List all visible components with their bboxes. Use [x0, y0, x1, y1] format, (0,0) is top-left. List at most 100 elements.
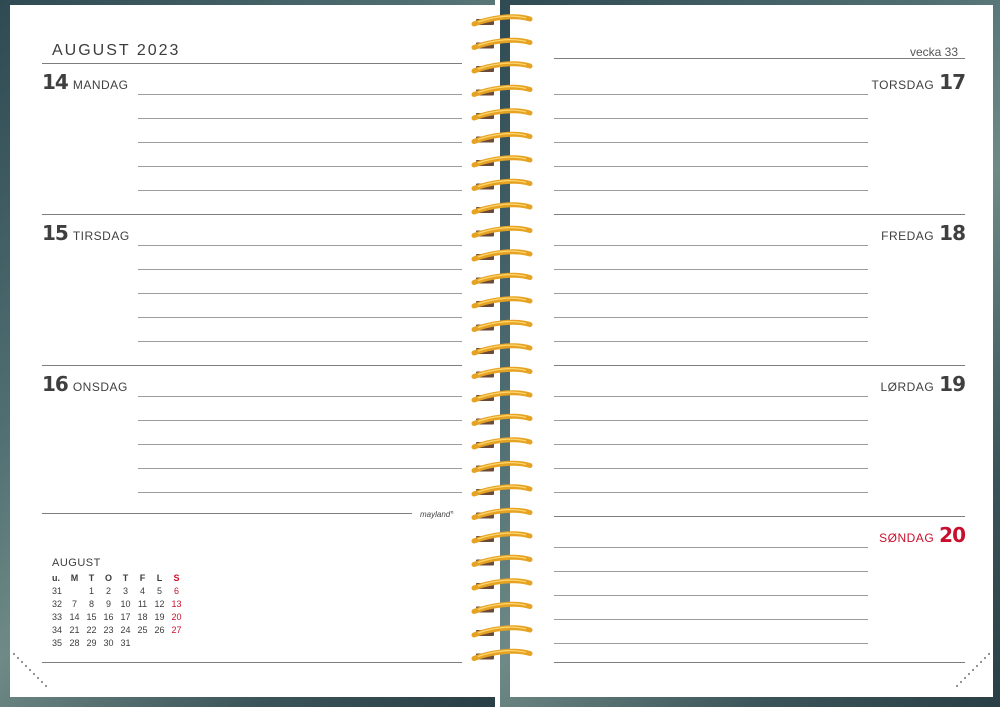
date-cell: 4 — [139, 586, 145, 596]
writing-line — [554, 269, 868, 270]
day-label-monday: 14 MANDAG — [42, 70, 129, 94]
week-label: vecka 33 — [909, 45, 958, 59]
date-cell-sunday — [168, 637, 185, 650]
date-cell: 30 — [103, 638, 114, 648]
writing-line — [554, 492, 868, 493]
spiral-coil — [471, 343, 533, 356]
date-cell: 7 — [71, 599, 77, 609]
spiral-coil — [471, 319, 533, 332]
date-cell: 25 — [137, 625, 148, 635]
day-label-wednesday: 16 ONSDAG — [42, 372, 128, 396]
right-page: vecka 33 TORSDAG 17 FREDAG 18 LØRDAG 19 … — [510, 5, 993, 697]
spiral-coil — [471, 531, 533, 544]
day-number: 16 — [42, 372, 69, 396]
spiral-coil — [471, 84, 533, 97]
writing-line — [138, 317, 462, 318]
writing-line — [138, 245, 462, 246]
date-cell: 14 — [69, 612, 80, 622]
day-label-saturday: LØRDAG 19 — [880, 372, 966, 396]
spiral-coil — [471, 484, 533, 497]
bottom-rule — [42, 662, 462, 663]
brand-logo: mayland° — [420, 510, 454, 519]
writing-line — [138, 166, 462, 167]
day-number: 20 — [939, 523, 966, 547]
date-cell: 31 — [120, 638, 131, 648]
spiral-coil — [471, 108, 533, 121]
writing-line — [138, 269, 462, 270]
date-cell: 9 — [105, 599, 111, 609]
date-cell: 26 — [154, 625, 165, 635]
mini-calendar-title: AUGUST — [52, 557, 101, 569]
day-number: 14 — [42, 70, 69, 94]
mini-calendar-week: 31 1 2 3 4 5 6 — [52, 585, 185, 598]
date-cell: 11 — [137, 599, 148, 609]
spiral-coil — [471, 648, 533, 661]
spiral-coil — [471, 366, 533, 379]
date-cell-sunday: 20 — [171, 612, 182, 622]
writing-line — [138, 190, 462, 191]
spiral-coil — [471, 296, 533, 309]
day-separator — [554, 516, 965, 517]
date-cell: 22 — [86, 625, 97, 635]
writing-line — [554, 341, 868, 342]
date-cell: 16 — [103, 612, 114, 622]
mini-calendar-week: 35 28 29 30 31 — [52, 637, 185, 650]
day-number: 19 — [939, 372, 966, 396]
date-cell: 3 — [122, 586, 128, 596]
spiral-coil — [471, 249, 533, 262]
day-label-thursday: TORSDAG 17 — [872, 70, 966, 94]
date-cell: 17 — [120, 612, 131, 622]
writing-line — [554, 166, 868, 167]
writing-line — [138, 293, 462, 294]
spiral-coil — [471, 155, 533, 168]
month-title: AUGUST 2023 — [52, 42, 181, 59]
day-separator — [42, 214, 462, 215]
left-page: AUGUST 2023 14 MANDAG 15 TIRSDAG 16 ONSD… — [10, 5, 497, 697]
day-name: ONSDAG — [72, 380, 128, 394]
week-column-header: u. — [52, 573, 60, 583]
spiral-coil — [471, 578, 533, 591]
week-number: 32 — [52, 599, 63, 609]
day-separator — [554, 365, 965, 366]
week-number: 35 — [52, 638, 63, 648]
writing-line — [138, 118, 462, 119]
day-separator — [42, 365, 462, 366]
spiral-coil — [471, 272, 533, 285]
date-cell: 10 — [120, 599, 131, 609]
spiral-binding-icon — [471, 14, 533, 661]
writing-line — [554, 118, 868, 119]
mini-calendar: AUGUST u. M T O T F L S 31 1 2 3 4 5 6 3… — [52, 557, 185, 650]
header-rule — [42, 63, 462, 64]
writing-line — [554, 643, 868, 644]
spiral-coil — [471, 61, 533, 74]
corner-perforation-icon — [12, 652, 48, 688]
weekday-header-sunday: S — [173, 573, 180, 583]
spiral-coil — [471, 390, 533, 403]
day-number: 15 — [42, 221, 69, 245]
spiral-coil — [471, 178, 533, 191]
week-number: 33 — [52, 612, 63, 622]
spiral-coil — [471, 14, 533, 27]
date-cell — [134, 637, 151, 650]
header-rule — [554, 58, 965, 59]
date-cell: 24 — [120, 625, 131, 635]
writing-line — [138, 468, 462, 469]
spiral-coil — [471, 202, 533, 215]
writing-line — [554, 94, 868, 95]
weekday-header: M — [70, 573, 79, 583]
mini-calendar-header: u. M T O T F L S — [52, 572, 185, 585]
spiral-coil — [471, 413, 533, 426]
writing-line — [554, 468, 868, 469]
mini-calendar-week: 33 14 15 16 17 18 19 20 — [52, 611, 185, 624]
spiral-coil — [471, 437, 533, 450]
mini-calendar-week: 32 7 8 9 10 11 12 13 — [52, 598, 185, 611]
writing-line — [138, 492, 462, 493]
day-label-tuesday: 15 TIRSDAG — [42, 221, 130, 245]
spiral-coil — [471, 460, 533, 473]
date-cell-sunday: 6 — [173, 586, 179, 596]
spiral-coil — [471, 554, 533, 567]
spiral-coil — [471, 601, 533, 614]
writing-line — [138, 94, 462, 95]
writing-line — [554, 317, 868, 318]
week-number: 34 — [52, 625, 63, 635]
